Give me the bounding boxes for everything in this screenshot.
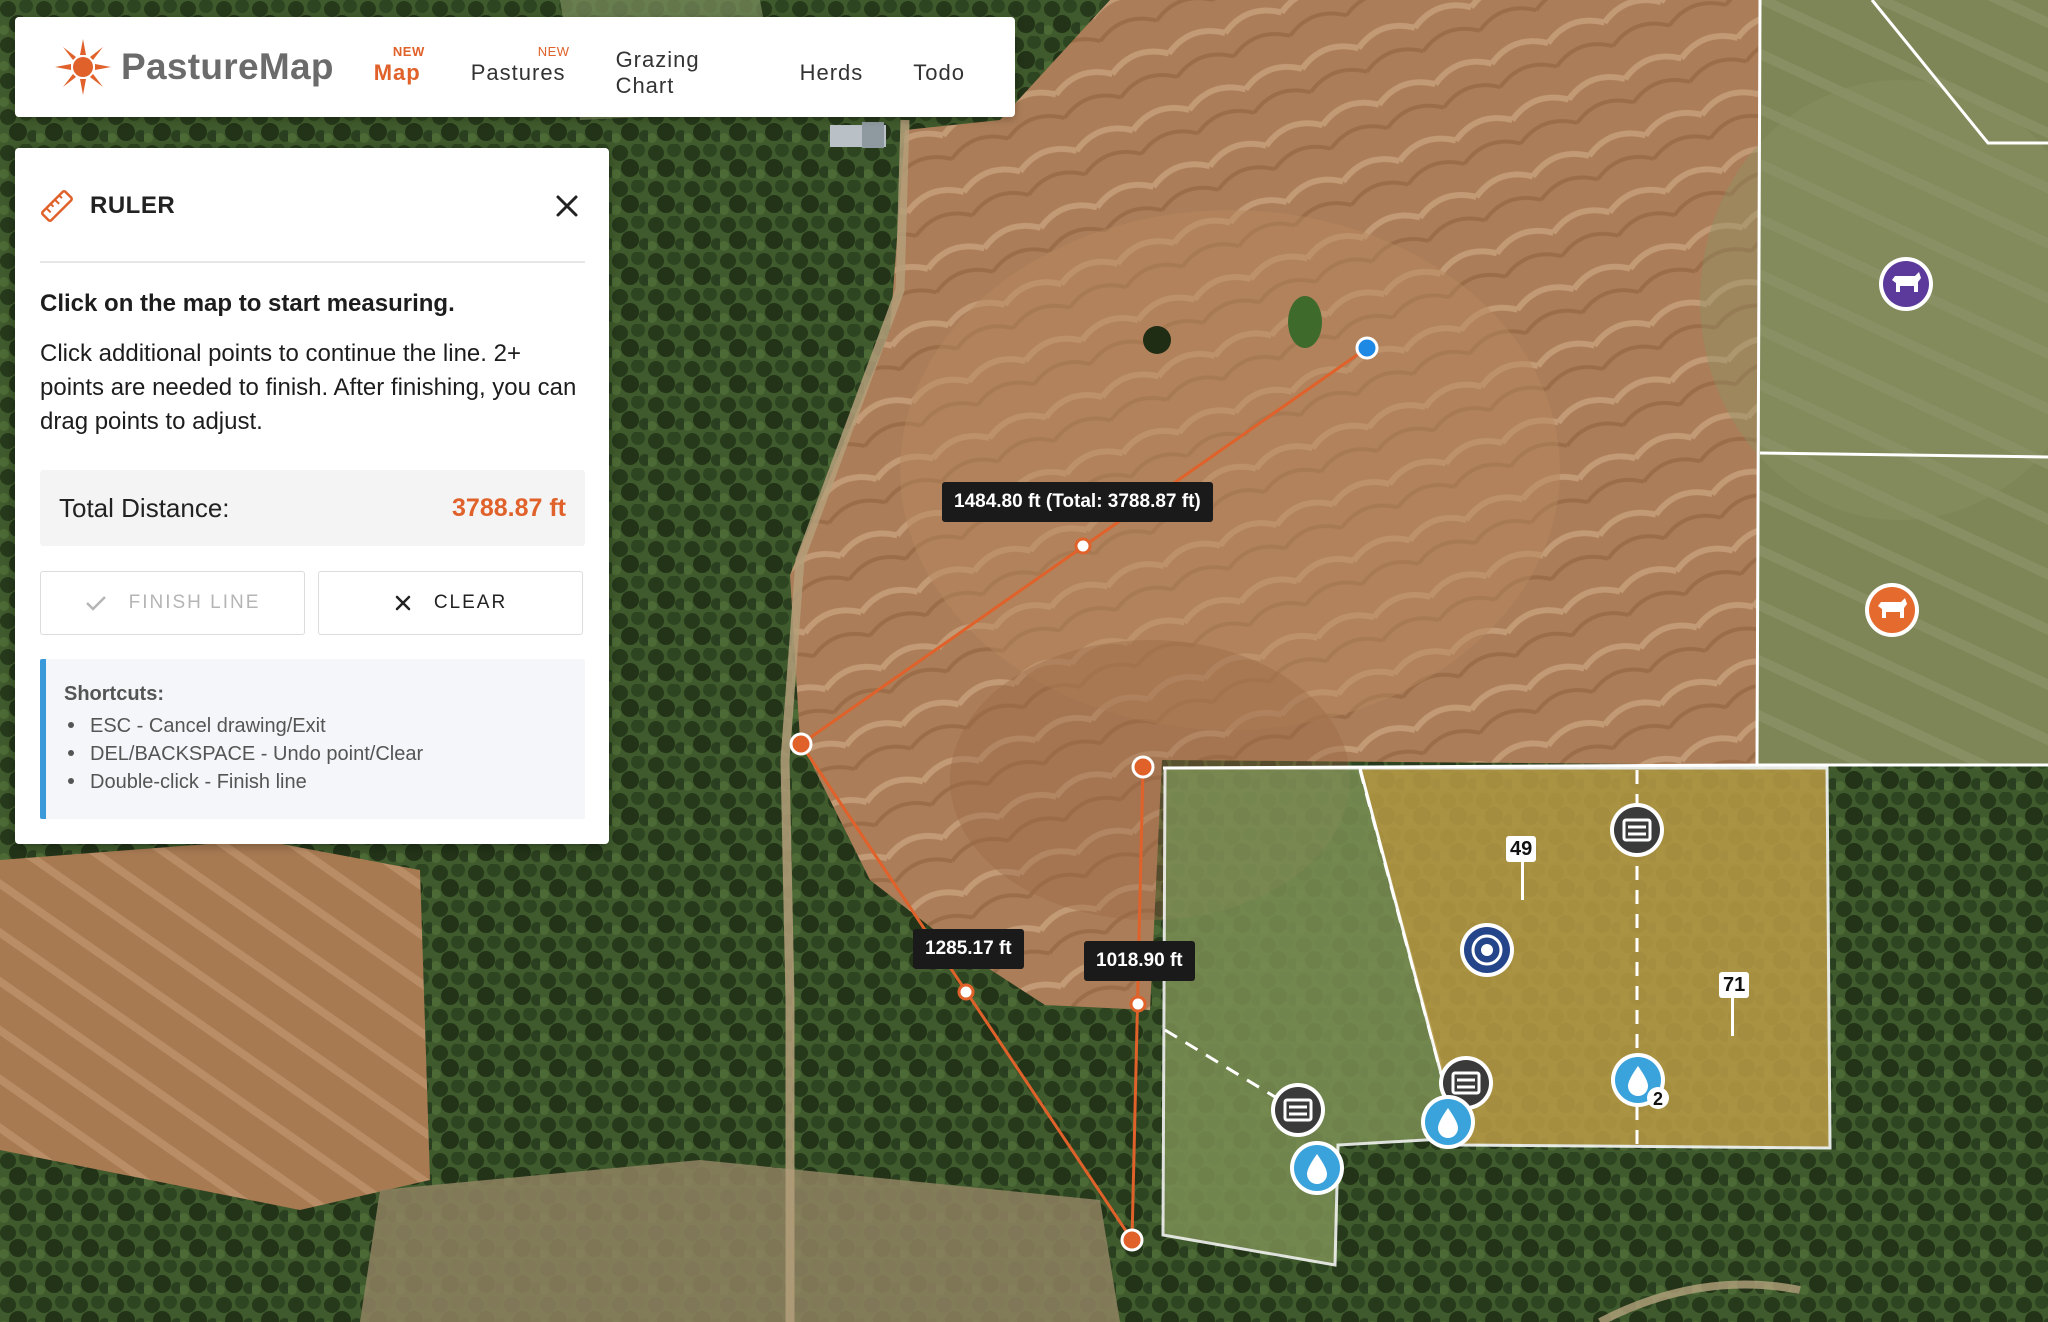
ruler-header: RULER: [40, 188, 585, 224]
new-badge: NEW: [537, 44, 570, 59]
divider: [40, 261, 585, 263]
herd-cow-icon[interactable]: [1865, 583, 1919, 637]
total-distance-label: Total Distance:: [59, 492, 230, 523]
nav-item-pastures[interactable]: Pastures NEW: [470, 44, 569, 86]
paddock-label: 71: [1719, 972, 1750, 998]
total-distance-box: Total Distance: 3788.87 ft: [40, 470, 585, 546]
water-drop-icon[interactable]: [1290, 1141, 1344, 1195]
paddock-label-stem: [1731, 996, 1734, 1036]
total-distance-value: 3788.87 ft: [452, 493, 566, 522]
nav-item-map[interactable]: Map NEW: [373, 44, 425, 86]
segment-distance-label: 1285.17 ft: [913, 929, 1024, 969]
shortcuts-box: Shortcuts: ESC - Cancel drawing/Exit DEL…: [40, 659, 585, 819]
herd-cow-icon[interactable]: [1879, 257, 1933, 311]
segment-distance-label: 1484.80 ft (Total: 3788.87 ft): [942, 482, 1213, 522]
paddock-label: 49: [1506, 836, 1537, 862]
shortcuts-list: ESC - Cancel drawing/Exit DEL/BACKSPACE …: [64, 712, 585, 796]
new-badge: NEW: [392, 44, 425, 59]
main-nav: Map NEW Pastures NEW Grazing Chart Herds…: [374, 17, 1015, 117]
close-button[interactable]: [549, 188, 585, 224]
water-drop-icon[interactable]: [1421, 1095, 1475, 1149]
measure-midpoint[interactable]: [1074, 537, 1092, 555]
feeder-icon[interactable]: [1271, 1083, 1325, 1137]
nav-label: Herds: [799, 60, 864, 85]
measure-midpoint[interactable]: [957, 983, 975, 1001]
finish-line-button[interactable]: FINISH LINE: [40, 571, 305, 635]
segment-distance-label: 1018.90 ft: [1084, 941, 1195, 981]
shortcut-item: Double-click - Finish line: [64, 768, 585, 796]
shortcut-item: DEL/BACKSPACE - Undo point/Clear: [64, 740, 585, 768]
sun-logo-icon: [55, 39, 111, 95]
clear-label: CLEAR: [433, 592, 508, 613]
ruler-icon: [41, 190, 73, 222]
ruler-panel: RULER Click on the map to start measurin…: [15, 148, 609, 844]
instruction-text: Click additional points to continue the …: [40, 340, 577, 435]
target-icon[interactable]: [1460, 923, 1514, 977]
check-icon: [85, 596, 106, 611]
shortcuts-title: Shortcuts:: [64, 683, 164, 705]
measure-vertex[interactable]: [789, 732, 813, 756]
ruler-title: RULER: [90, 192, 176, 219]
nav-label: Todo: [913, 60, 965, 85]
nav-label: Map: [373, 60, 421, 85]
measure-start-point[interactable]: [1355, 336, 1379, 360]
nav-label: Grazing Chart: [615, 47, 700, 98]
nav-item-herds[interactable]: Herds: [800, 48, 864, 86]
water-count-badge: 2: [1653, 1089, 1663, 1109]
measure-midpoint[interactable]: [1129, 995, 1147, 1013]
x-icon: [395, 595, 411, 611]
paddock-label-stem: [1521, 860, 1524, 900]
nav-item-todo[interactable]: Todo: [913, 48, 965, 86]
close-icon: [556, 195, 578, 217]
top-navigation-bar: PastureMap Map NEW Pastures NEW Grazing …: [15, 17, 1015, 117]
brand[interactable]: PastureMap: [51, 35, 334, 99]
nav-item-grazing-chart[interactable]: Grazing Chart: [616, 35, 750, 99]
feeder-icon[interactable]: [1610, 803, 1664, 857]
nav-label: Pastures: [470, 60, 566, 85]
brand-name: PastureMap: [121, 46, 334, 87]
instruction-heading: Click on the map to start measuring.: [40, 290, 455, 317]
finish-line-label: FINISH LINE: [128, 592, 261, 613]
measure-vertex[interactable]: [1131, 755, 1155, 779]
shortcut-item: ESC - Cancel drawing/Exit: [64, 712, 585, 740]
clear-button[interactable]: CLEAR: [318, 571, 583, 635]
measure-vertex[interactable]: [1120, 1228, 1144, 1252]
